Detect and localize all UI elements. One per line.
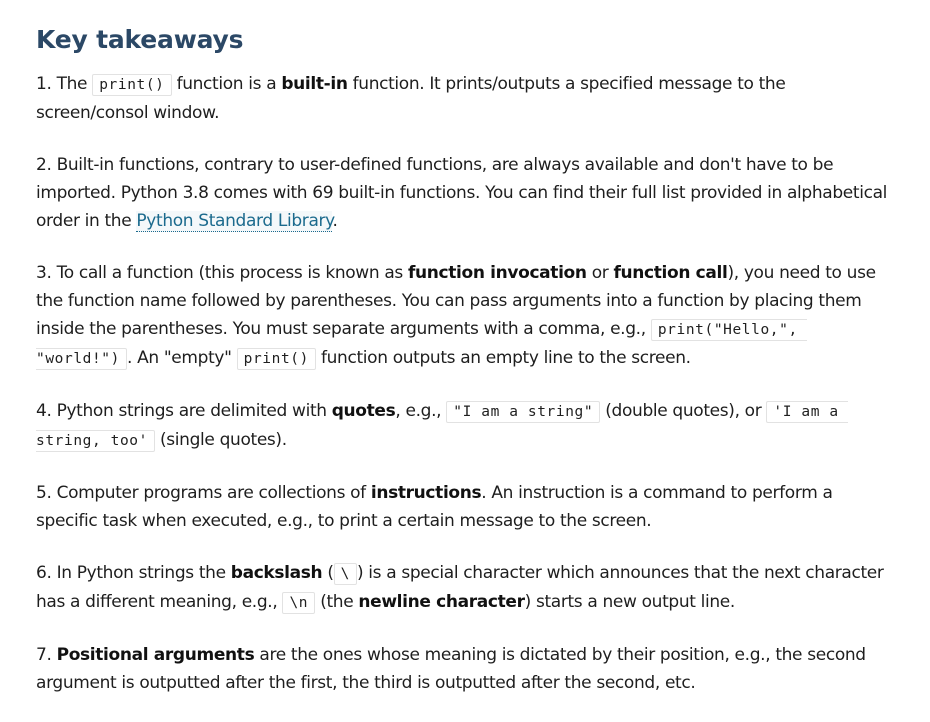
code-newline: \n bbox=[282, 592, 316, 614]
text: . bbox=[332, 211, 338, 231]
text: (the bbox=[315, 592, 359, 612]
text: (double quotes), or bbox=[600, 401, 767, 421]
bold-term: backslash bbox=[230, 563, 323, 583]
text: 7. bbox=[36, 645, 57, 665]
text: or bbox=[586, 263, 614, 283]
text: 6. In Python strings the bbox=[36, 563, 231, 583]
takeaway-item-1: 1. The print() function is a built-in fu… bbox=[36, 70, 894, 127]
text: function is a bbox=[171, 74, 282, 94]
takeaway-item-2: 2. Built-in functions, contrary to user-… bbox=[36, 151, 894, 235]
bold-term: quotes bbox=[331, 401, 396, 421]
bold-term: function invocation bbox=[407, 263, 587, 283]
python-standard-library-link[interactable]: Python Standard Library bbox=[136, 211, 333, 232]
text: function outputs an empty line to the sc… bbox=[315, 348, 691, 368]
takeaways-page: Key takeaways 1. The print() function is… bbox=[0, 0, 930, 722]
text: . An "empty" bbox=[126, 348, 237, 368]
text: 5. Computer programs are collections of bbox=[36, 483, 371, 503]
bold-term: instructions bbox=[370, 483, 482, 503]
text: ) starts a new output line. bbox=[524, 592, 736, 612]
text: ( bbox=[322, 563, 334, 583]
bold-term: function call bbox=[613, 263, 728, 283]
takeaway-item-4: 4. Python strings are delimited with quo… bbox=[36, 397, 894, 455]
text: , e.g., bbox=[395, 401, 447, 421]
text: 3. To call a function (this process is k… bbox=[36, 263, 408, 283]
takeaway-item-5: 5. Computer programs are collections of … bbox=[36, 479, 894, 535]
text: (single quotes). bbox=[154, 430, 287, 450]
bold-term: newline character bbox=[358, 592, 525, 612]
code-backslash: \ bbox=[333, 563, 357, 585]
text: 4. Python strings are delimited with bbox=[36, 401, 332, 421]
takeaway-item-3: 3. To call a function (this process is k… bbox=[36, 259, 894, 373]
code-double-quoted-string: "I am a string" bbox=[446, 401, 601, 423]
takeaway-item-7: 7. Positional arguments are the ones who… bbox=[36, 641, 894, 697]
text: 1. The bbox=[36, 74, 93, 94]
page-title: Key takeaways bbox=[36, 25, 244, 54]
code-print: print() bbox=[92, 74, 172, 96]
bold-term: Positional arguments bbox=[56, 645, 255, 665]
takeaway-item-6: 6. In Python strings the backslash (\) i… bbox=[36, 559, 894, 617]
code-print-empty: print() bbox=[236, 348, 316, 370]
bold-term: built-in bbox=[281, 74, 348, 94]
